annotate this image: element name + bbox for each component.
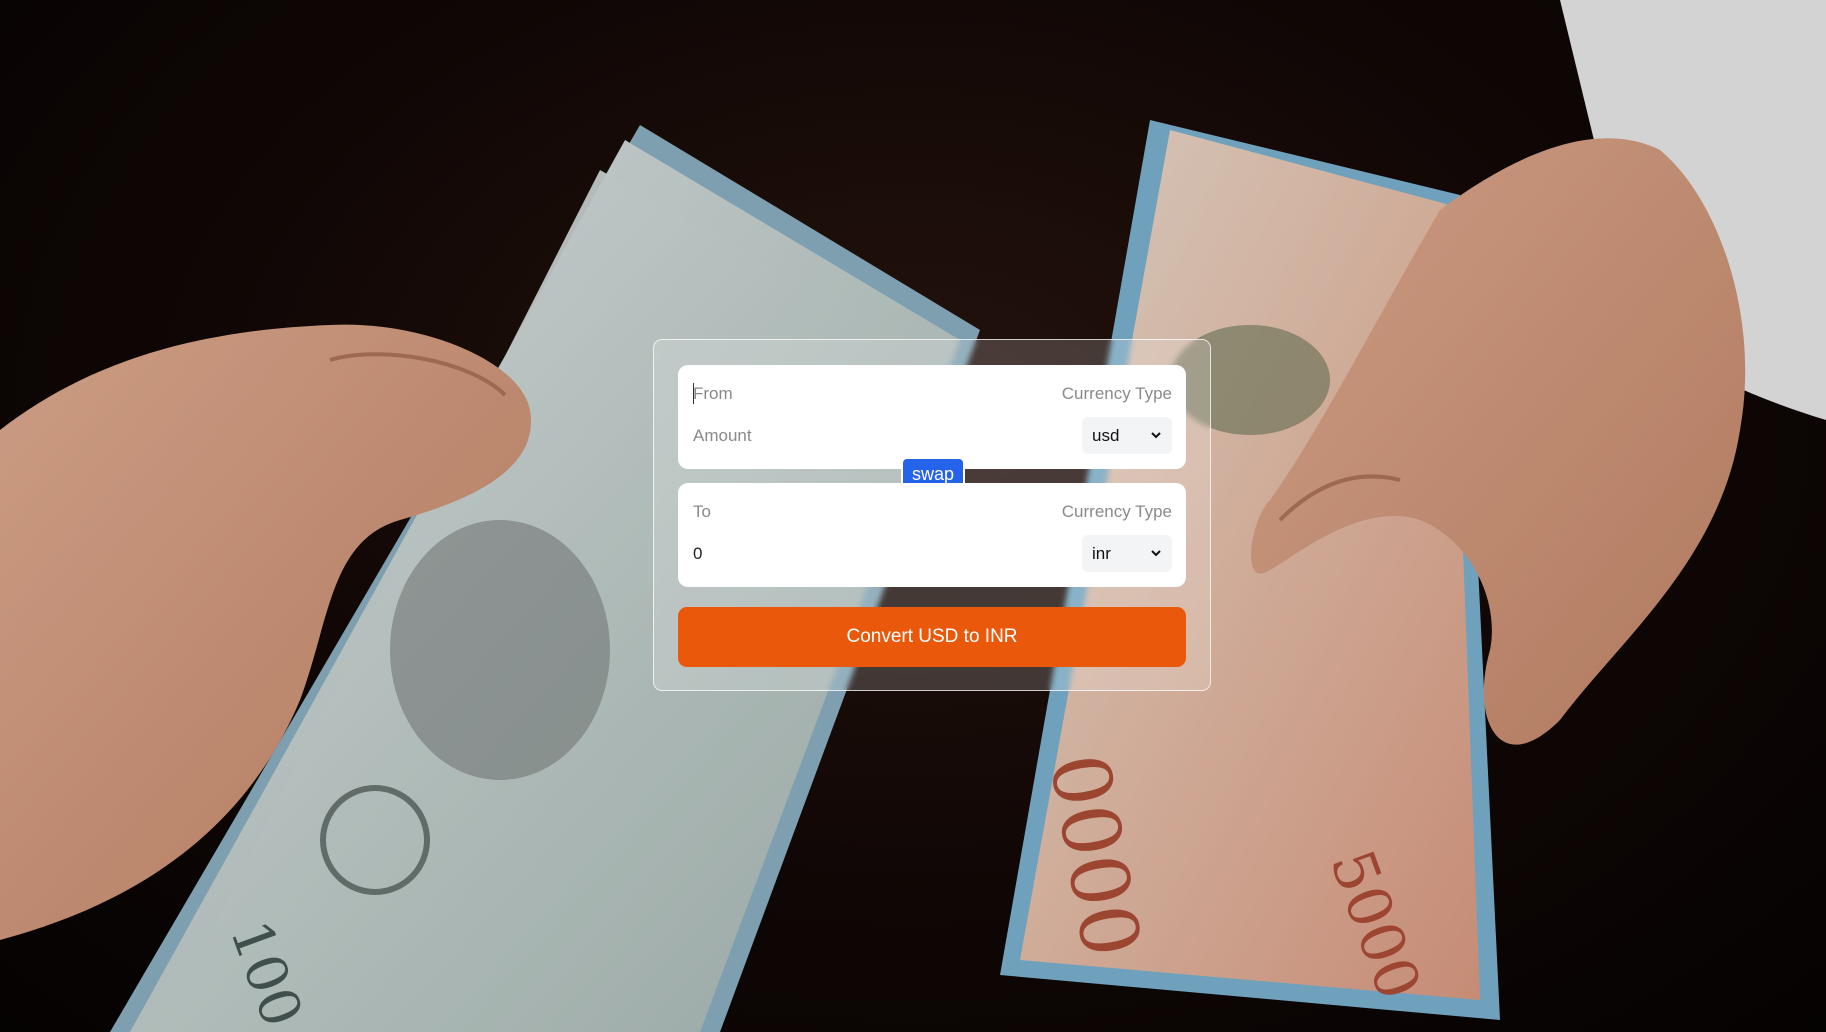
to-currency-select[interactable]: inr — [1082, 535, 1172, 572]
from-currency-select[interactable]: usd — [1082, 417, 1172, 454]
to-currency-type-label: Currency Type — [1061, 502, 1172, 521]
from-label: From — [693, 384, 733, 403]
to-label: To — [693, 502, 711, 521]
chevron-down-icon — [1151, 432, 1161, 439]
from-panel: From Currency Type usd — [678, 365, 1186, 469]
from-currency-value: usd — [1092, 425, 1120, 445]
from-currency-type-label: Currency Type — [1061, 384, 1172, 403]
chevron-down-icon — [1151, 550, 1161, 557]
text-cursor — [693, 383, 694, 404]
to-amount-input[interactable] — [693, 539, 973, 569]
from-amount-input[interactable] — [693, 421, 973, 451]
to-currency-value: inr — [1092, 543, 1111, 563]
convert-button[interactable]: Convert USD to INR — [678, 607, 1186, 667]
converter-card: From Currency Type usd swap To Currency … — [653, 339, 1211, 691]
to-panel: To Currency Type inr — [678, 483, 1186, 587]
